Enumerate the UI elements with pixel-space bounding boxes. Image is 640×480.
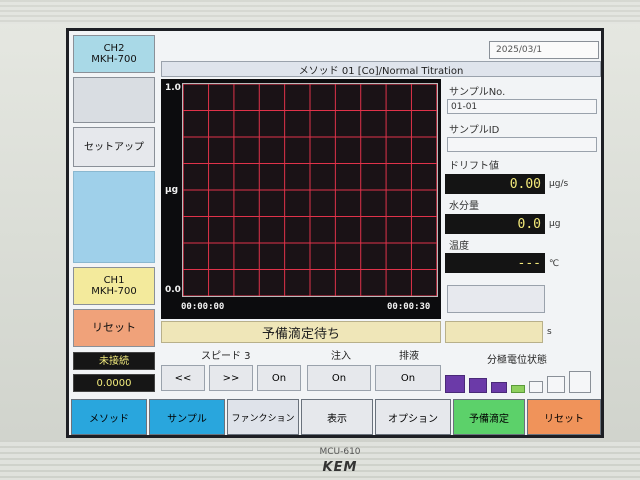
time-field [445, 321, 543, 343]
drain-on-button[interactable]: On [375, 365, 441, 391]
ch2-label: CH2 [103, 43, 125, 54]
electrode-bar-4 [511, 385, 525, 393]
tab-function[interactable]: ファンクション [227, 399, 299, 435]
sample-no-field[interactable]: 01-01 [447, 99, 597, 114]
speed-on-button[interactable]: On [257, 365, 301, 391]
ch1-label: CH1 [103, 275, 125, 286]
status-message: 予備滴定待ち [161, 321, 441, 343]
start-button[interactable] [447, 285, 545, 313]
tab-reset[interactable]: リセット [527, 399, 601, 435]
water-label: 水分量 [449, 201, 479, 212]
drain-label: 排液 [399, 351, 419, 362]
electrode-bar-2 [469, 378, 487, 393]
reset-button-left[interactable]: リセット [73, 309, 155, 347]
speed-label: スピード 3 [201, 351, 251, 362]
chart-plot [182, 83, 438, 297]
bezel-top-ridges [0, 0, 640, 24]
temp-value: --- [445, 253, 545, 273]
tab-pretitration[interactable]: 予備滴定 [453, 399, 525, 435]
x-tick-end: 00:00:30 [387, 302, 431, 312]
ch2-model: MKH-700 [91, 54, 137, 65]
tab-method[interactable]: メソッド [71, 399, 147, 435]
y-tick-top: 1.0 [165, 83, 181, 93]
tab-option[interactable]: オプション [375, 399, 451, 435]
drift-unit: μg/s [549, 179, 569, 189]
sample-no-label: サンプルNo. [449, 87, 506, 98]
connection-status: 未接続 [73, 352, 155, 370]
inject-label: 注入 [331, 351, 351, 362]
model-label: MCU-610 [319, 447, 361, 457]
touch-screen: CH2 MKH-700 セットアップ CH1 MKH-700 リセット 未接続 … [66, 28, 604, 438]
y-tick-bottom: 0.0 [165, 285, 181, 295]
drift-value: 0.00 [445, 174, 545, 194]
forward-button[interactable]: >> [209, 365, 253, 391]
ch1-model: MKH-700 [91, 286, 137, 297]
ch2-button[interactable]: CH2 MKH-700 [73, 35, 155, 73]
ch1-button[interactable]: CH1 MKH-700 [73, 267, 155, 305]
inject-on-button[interactable]: On [307, 365, 371, 391]
electrode-bar-3 [491, 382, 507, 393]
sample-id-field[interactable] [447, 137, 597, 152]
channel-panel [73, 171, 155, 263]
time-unit: s [547, 327, 552, 337]
date-display: 2025/03/1 [489, 41, 599, 59]
water-unit: μg [549, 219, 561, 229]
brand-logo: KEM [322, 460, 358, 475]
tab-display[interactable]: 表示 [301, 399, 373, 435]
drift-label: ドリフト値 [449, 161, 499, 172]
setup-button[interactable]: セットアップ [73, 127, 155, 167]
electrode-bar-1 [445, 375, 465, 393]
water-value: 0.0 [445, 214, 545, 234]
y-axis-label: μg [165, 185, 179, 195]
method-title: メソッド 01 [Co]/Normal Titration [161, 61, 601, 77]
electrode-label: 分極電位状態 [487, 355, 547, 366]
electrode-bar-6 [547, 376, 565, 393]
blank-button[interactable] [73, 77, 155, 123]
temp-label: 温度 [449, 241, 469, 252]
temp-unit: ℃ [549, 259, 560, 269]
x-tick-start: 00:00:00 [181, 302, 225, 312]
tab-sample[interactable]: サンプル [149, 399, 225, 435]
electrode-indicator [445, 369, 595, 393]
value-readout: 0.0000 [73, 374, 155, 392]
electrode-bar-5 [529, 381, 543, 393]
electrode-bar-7 [569, 371, 591, 393]
rewind-button[interactable]: << [161, 365, 205, 391]
sample-id-label: サンプルID [449, 125, 500, 136]
